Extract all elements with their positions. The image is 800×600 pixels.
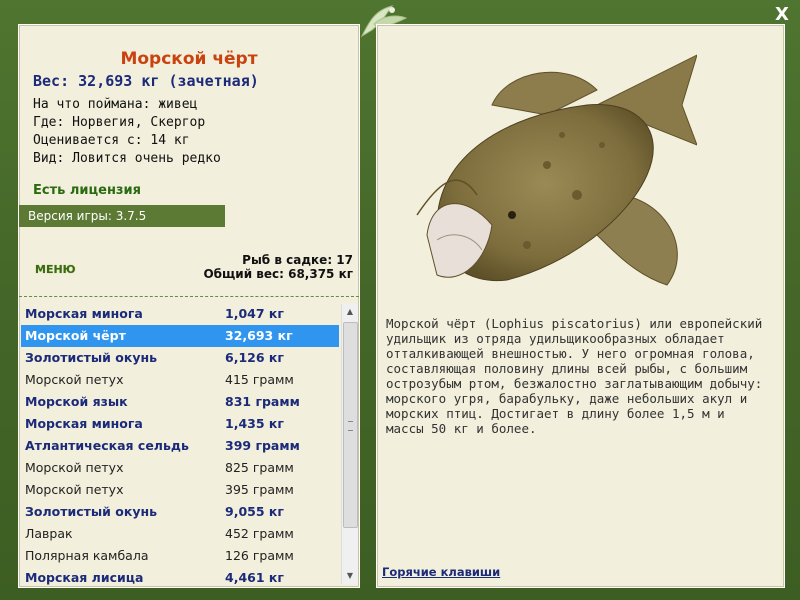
keepnet-stats: Рыб в садке: 17 Общий вес: 68,375 кг — [203, 253, 353, 281]
catch-fish-weight: 1,047 кг — [225, 306, 284, 321]
detail-bait: На что поймана: живец — [33, 97, 198, 112]
catch-list-row[interactable]: Морская минога 1,047 кг — [21, 303, 339, 325]
divider — [19, 296, 359, 297]
catch-list-row[interactable]: Морской петух 415 грамм — [21, 369, 339, 391]
total-weight: Общий вес: 68,375 кг — [203, 267, 353, 281]
catch-fish-name: Морской петух — [25, 482, 124, 497]
catch-fish-weight: 6,126 кг — [225, 350, 284, 365]
catch-fish-name: Морская лисица — [25, 570, 144, 585]
scroll-down-icon[interactable]: ▼ — [342, 568, 358, 584]
catch-fish-weight: 415 грамм — [225, 372, 294, 387]
grip-icon — [348, 421, 353, 431]
catch-list-row[interactable]: Морской язык 831 грамм — [21, 391, 339, 413]
catch-list-row[interactable]: Полярная камбала 126 грамм — [21, 545, 339, 567]
catch-fish-name: Морской петух — [25, 372, 124, 387]
fish-weight: Вес: 32,693 кг (зачетная) — [33, 72, 259, 90]
catch-fish-name: Морской чёрт — [25, 328, 126, 343]
fish-count: Рыб в садке: 17 — [242, 253, 353, 267]
catch-fish-name: Золотистый окунь — [25, 350, 158, 365]
catch-list-row[interactable]: Золотистый окунь 9,055 кг — [21, 501, 339, 523]
catch-fish-weight: 825 грамм — [225, 460, 294, 475]
catch-list-row[interactable]: Атлантическая сельдь 399 грамм — [21, 435, 339, 457]
fish-description: Морской чёрт (Lophius piscatorius) или е… — [386, 316, 763, 436]
catch-list-row[interactable]: Морской петух 825 грамм — [21, 457, 339, 479]
detail-location: Где: Норвегия, Скергор — [33, 115, 206, 130]
catch-fish-weight: 9,055 кг — [225, 504, 284, 519]
scroll-thumb[interactable] — [343, 322, 358, 528]
catch-fish-weight: 1,435 кг — [225, 416, 284, 431]
fish-info-panel: Морской чёрт Вес: 32,693 кг (зачетная) Н… — [18, 24, 360, 588]
menu-button[interactable]: МЕНЮ — [35, 263, 76, 276]
catch-list-row[interactable]: Лаврак 452 грамм — [21, 523, 339, 545]
catch-list-row[interactable]: Морская лисица 4,461 кг — [21, 567, 339, 585]
catch-fish-name: Золотистый окунь — [25, 504, 158, 519]
catch-list-row[interactable]: Морской петух 395 грамм — [21, 479, 339, 501]
close-button[interactable]: X — [771, 4, 793, 26]
catch-fish-name: Морская минога — [25, 416, 143, 431]
catch-list-row[interactable]: Морская минога 1,435 кг — [21, 413, 339, 435]
catch-fish-name: Полярная камбала — [25, 548, 149, 563]
catch-fish-weight: 126 грамм — [225, 548, 294, 563]
catch-list-row[interactable]: Золотистый окунь 6,126 кг — [21, 347, 339, 369]
fish-title: Морской чёрт — [120, 49, 258, 69]
hotkeys-link[interactable]: Горячие клавиши — [382, 565, 500, 579]
license-status: Есть лицензия — [33, 183, 141, 198]
fish-details: На что поймана: живец Где: Норвегия, Ске… — [33, 96, 221, 168]
catch-fish-weight: 452 грамм — [225, 526, 294, 541]
catch-fish-name: Атлантическая сельдь — [25, 438, 189, 453]
catch-list-row[interactable]: Морской чёрт 32,693 кг — [21, 325, 339, 347]
app-window: X Морской чёрт Вес: 32,693 кг (зачетная)… — [0, 0, 800, 600]
anglerfish-image — [416, 54, 697, 286]
catch-fish-weight: 399 грамм — [225, 438, 300, 453]
catch-fish-weight: 4,461 кг — [225, 570, 284, 585]
catch-list-scrollbar[interactable]: ▲ ▼ — [341, 304, 358, 584]
catch-fish-weight: 32,693 кг — [225, 328, 293, 343]
detail-trophy-weight: Оценивается с: 14 кг — [33, 133, 190, 148]
fish-description-panel: Морской чёрт (Lophius piscatorius) или е… — [376, 24, 785, 588]
game-version: Версия игры: 3.7.5 — [19, 205, 225, 227]
catch-fish-name: Лаврак — [25, 526, 73, 541]
catch-fish-name: Морской язык — [25, 394, 128, 409]
catch-list: Морская минога 1,047 кг Морской чёрт 32,693… — [21, 303, 339, 585]
catch-fish-name: Морская минога — [25, 306, 143, 321]
catch-fish-weight: 831 грамм — [225, 394, 300, 409]
catch-fish-name: Морской петух — [25, 460, 124, 475]
catch-fish-weight: 395 грамм — [225, 482, 294, 497]
detail-rarity: Вид: Ловится очень редко — [33, 151, 221, 166]
scroll-up-icon[interactable]: ▲ — [342, 304, 358, 320]
